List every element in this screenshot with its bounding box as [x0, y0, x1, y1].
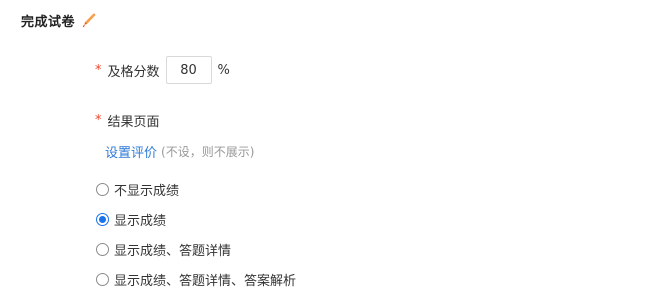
section-title: 完成试卷 [21, 14, 76, 30]
pencil-icon-graphic [82, 13, 96, 28]
pencil-icon[interactable] [81, 12, 97, 28]
radio-option-show-score[interactable]: 显示成绩 [96, 209, 166, 229]
section-header: 完成试卷 [21, 10, 97, 30]
percent-unit: % [217, 62, 230, 78]
result-page-label: 结果页面 [107, 114, 160, 130]
required-marker: * [95, 62, 102, 78]
radio-option-label: 不显示成绩 [114, 183, 180, 199]
radio-option-label: 显示成绩、答题详情 [114, 243, 232, 259]
radio-button[interactable] [96, 272, 109, 286]
radio-button-checked[interactable] [96, 212, 109, 226]
radio-option-show-score-details-analysis[interactable]: 显示成绩、答题详情、答案解析 [96, 269, 296, 289]
set-evaluation-hint: (不设，则不展示) [161, 144, 255, 159]
pass-score-input[interactable] [165, 56, 212, 84]
pass-score-label: 及格分数 [107, 64, 160, 80]
radio-option-label: 显示成绩、答题详情、答案解析 [114, 273, 297, 289]
radio-option-show-score-details[interactable]: 显示成绩、答题详情 [96, 239, 231, 259]
radio-option-label: 显示成绩 [114, 213, 167, 229]
radio-option-hide-score[interactable]: 不显示成绩 [96, 179, 179, 199]
required-marker: * [95, 112, 102, 128]
set-evaluation-link[interactable]: 设置评价 [105, 142, 157, 161]
result-page-row: * 结果页面 [95, 110, 160, 130]
radio-button[interactable] [96, 182, 109, 196]
pass-score-row: * 及格分数 % [95, 55, 230, 85]
radio-button[interactable] [96, 242, 109, 256]
set-evaluation-row: 设置评价 (不设，则不展示) [105, 141, 254, 161]
